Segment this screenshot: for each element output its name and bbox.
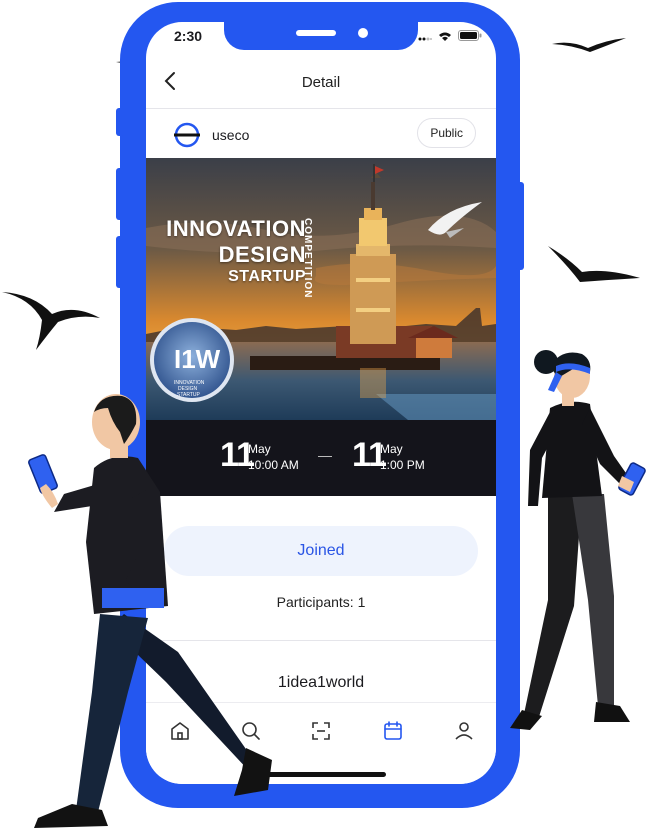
profile-icon[interactable] — [452, 719, 476, 743]
banner-title-line: DESIGN — [218, 242, 306, 267]
phone-side-button — [116, 108, 124, 136]
speaker-grille — [296, 30, 336, 36]
status-time: 2:30 — [174, 28, 203, 44]
visibility-badge: Public — [417, 118, 476, 148]
useco-logo-icon — [174, 122, 200, 148]
home-indicator — [258, 772, 386, 777]
end-month: May — [380, 442, 403, 456]
badge-mark: I1W — [174, 344, 221, 374]
woman-illustration — [510, 350, 646, 730]
phone-side-button — [116, 236, 124, 288]
battery-icon — [458, 30, 482, 41]
bird-icon — [2, 292, 100, 350]
bird-icon — [548, 246, 640, 282]
bird-icon — [552, 38, 626, 52]
phone-side-button — [116, 168, 124, 220]
front-camera — [358, 28, 368, 38]
banner-title-line: INNOVATION — [166, 216, 306, 241]
banner-vertical-label: COMPETITION — [302, 218, 313, 299]
man-illustration — [28, 394, 272, 828]
phone-side-button — [516, 182, 524, 270]
organizer-row[interactable]: useco — [174, 122, 249, 148]
organizer-name: useco — [212, 127, 250, 143]
phone-notch — [224, 22, 418, 50]
date-separator — [318, 456, 332, 457]
signal-icon — [418, 37, 432, 40]
nav-divider — [146, 108, 496, 109]
banner-image: I1W INNOVATION DESIGN STARTUP — [146, 158, 496, 420]
scan-icon[interactable] — [309, 719, 333, 743]
end-time: 1:00 PM — [380, 458, 425, 472]
event-banner: I1W INNOVATION DESIGN STARTUP INNOVATION… — [146, 158, 496, 420]
status-icons — [418, 30, 482, 41]
banner-title-line: STARTUP — [228, 268, 306, 285]
wifi-icon — [439, 32, 451, 41]
page-title: Detail — [301, 74, 341, 91]
calendar-icon[interactable] — [381, 719, 405, 743]
